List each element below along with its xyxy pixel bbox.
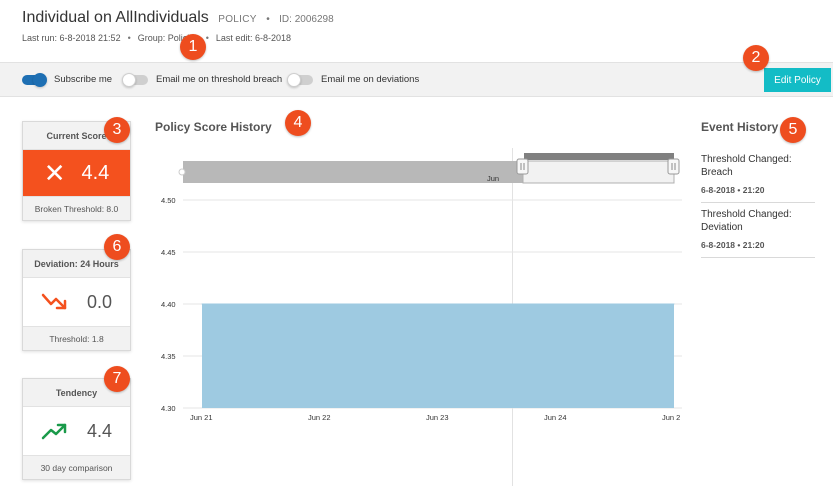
y-tick-label: 4.45 — [161, 248, 176, 257]
annotation-badge: 6 — [104, 234, 130, 260]
x-tick-label: Jun 23 — [426, 413, 449, 422]
annotation-badge: 4 — [285, 110, 311, 136]
toggle-switch[interactable] — [122, 72, 148, 87]
meta-last-edit: Last edit: 6-8-2018 — [215, 33, 291, 43]
toggle-label: Email me on deviations — [321, 74, 420, 85]
y-tick-label: 4.35 — [161, 352, 176, 361]
toggle-switch[interactable] — [287, 72, 313, 87]
chart-title: Policy Score History — [155, 120, 272, 134]
event-item[interactable]: Threshold Changed: Breach 6-8-2018 • 21:… — [701, 148, 815, 203]
event-history-title: Event History — [701, 120, 779, 134]
y-tick-label: 4.40 — [161, 300, 176, 309]
event-name: Threshold Changed: Breach — [701, 154, 792, 178]
card-footer: 30 day comparison — [23, 455, 130, 479]
toggle-knob — [122, 72, 136, 87]
navigator-mask — [183, 161, 523, 183]
annotation-badge: 7 — [104, 366, 130, 392]
edit-policy-button[interactable]: Edit Policy — [764, 68, 831, 92]
series-area — [202, 304, 674, 408]
tendency-body: 4.4 — [23, 407, 130, 455]
toggle-knob — [287, 72, 301, 87]
annotation-badge: 5 — [780, 117, 806, 143]
page-title: Individual on AllIndividuals — [22, 9, 209, 26]
navigator-handle-left[interactable] — [516, 158, 529, 175]
deviation-email-toggle[interactable]: Email me on deviations — [287, 72, 420, 87]
type-tag: POLICY — [218, 14, 257, 25]
meta-row: Last run: 6-8-2018 21:52 • Group: Policies… — [22, 33, 291, 43]
deviation-body: 0.0 — [23, 278, 130, 326]
trend-up-icon — [41, 423, 67, 440]
score-value: 4.4 — [81, 161, 110, 184]
x-tick-label: Jun 22 — [308, 413, 331, 422]
navigator-series — [524, 153, 674, 160]
deviation-value: 0.0 — [86, 291, 113, 312]
title-row: Individual on AllIndividuals POLICY • ID… — [22, 9, 334, 27]
event-date: 6-8-2018 • 21:20 — [701, 240, 765, 250]
event-item[interactable]: Threshold Changed: Deviation 6-8-2018 • … — [701, 203, 815, 258]
toggle-switch[interactable] — [22, 72, 47, 87]
x-tick-label: Jun 24 — [544, 413, 567, 422]
y-tick-label: 4.50 — [161, 196, 176, 205]
toggle-label: Email me on threshold breach — [156, 74, 283, 85]
event-name: Threshold Changed: Deviation — [701, 209, 792, 233]
data-point — [555, 303, 557, 305]
tendency-value: 4.4 — [86, 420, 113, 441]
annotation-badge: 3 — [104, 117, 130, 143]
y-tick-label: 4.30 — [161, 404, 176, 413]
score-history-chart[interactable]: Jun 4.50 4.45 4.40 4.35 4.30 Jun 21 Jun 22 Jun … — [155, 148, 685, 428]
threshold-email-toggle[interactable]: Email me on threshold breach — [122, 72, 283, 87]
tendency-card: Tendency 4.4 30 day comparison — [22, 378, 131, 480]
data-point — [673, 303, 675, 305]
toggle-label: Subscribe me — [54, 74, 113, 85]
data-point — [437, 303, 439, 305]
toolbar: Subscribe me Email me on threshold breac… — [0, 62, 833, 97]
score-body: ✕ 4.4 — [23, 150, 130, 196]
toggle-knob — [33, 72, 47, 87]
event-date: 6-8-2018 • 21:20 — [701, 185, 765, 195]
page-header: Individual on AllIndividuals POLICY • ID… — [0, 0, 833, 62]
meta-dot: • — [205, 33, 209, 43]
policy-id: ID: 2006298 — [279, 14, 334, 25]
x-tick-label: Jun 21 — [190, 413, 213, 422]
card-footer: Broken Threshold: 8.0 — [23, 196, 130, 220]
close-icon: ✕ — [43, 158, 66, 188]
navigator-window[interactable] — [522, 160, 675, 184]
annotation-badge: 1 — [180, 34, 206, 60]
trend-down-icon — [41, 293, 67, 310]
plot-area: 4.50 4.45 4.40 4.35 4.30 Jun 21 Jun 22 Jun 23 Ju… — [161, 196, 682, 422]
navigator-handle-right[interactable] — [667, 158, 680, 175]
subscribe-toggle[interactable]: Subscribe me — [22, 72, 113, 87]
deviation-card: Deviation: 24 Hours 0.0 Threshold: 1.8 — [22, 249, 131, 351]
card-footer: Threshold: 1.8 — [23, 326, 130, 350]
chart-navigator[interactable]: Jun — [178, 153, 680, 184]
navigator-label: Jun — [487, 174, 499, 183]
data-point — [319, 303, 321, 305]
meta-last-run: Last run: 6-8-2018 21:52 — [22, 33, 121, 43]
event-history-list: Threshold Changed: Breach 6-8-2018 • 21:… — [701, 148, 815, 258]
meta-dot: • — [127, 33, 131, 43]
x-tick-label: Jun 2 — [662, 413, 680, 422]
title-separator: • — [266, 14, 270, 25]
data-point — [201, 303, 203, 305]
annotation-badge: 2 — [743, 45, 769, 71]
navigator-handle-start[interactable] — [178, 168, 186, 176]
